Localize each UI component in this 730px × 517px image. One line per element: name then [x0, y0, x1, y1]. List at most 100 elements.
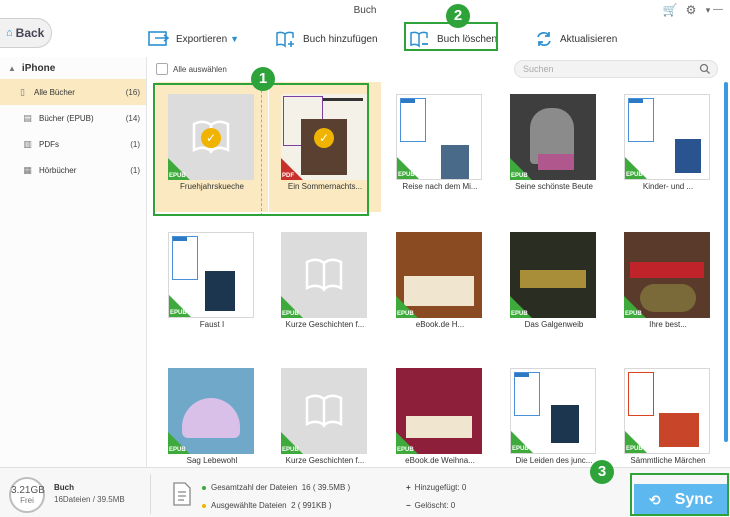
device-header[interactable]: ▲ iPhone	[0, 57, 146, 79]
sidebar-item-pdfs[interactable]: ▥ PDFs (1)	[0, 131, 146, 157]
list-header: Alle auswählen Suchen	[148, 57, 730, 81]
sidebar-item-label: Alle Bücher	[34, 87, 75, 97]
book-cover: EPUB	[510, 232, 596, 318]
book-title: Ihre best...	[649, 320, 687, 329]
book-cover: EPUB	[510, 94, 596, 180]
refresh-label: Aktualisieren	[560, 33, 618, 45]
selected-files: Ausgewählte Dateien 2 ( 991KB )	[202, 501, 332, 510]
total-label: Gesamtzahl der Dateien	[211, 483, 298, 492]
book-open-icon: ▯	[20, 86, 25, 97]
sidebar-item-count: (14)	[125, 113, 140, 123]
deleted-count: − Gelöscht: 0	[406, 501, 455, 510]
add-book-label: Buch hinzufügen	[303, 33, 378, 45]
book-cover: EPUB	[281, 368, 367, 454]
format-label: EPUB	[282, 447, 299, 453]
sidebar-item-count: (1)	[130, 165, 140, 175]
book-item[interactable]: EPUB Kurze Geschichten f...	[269, 220, 381, 350]
gear-icon[interactable]: ⚙	[683, 2, 699, 18]
book-title: eBook.de Weihna...	[405, 456, 475, 465]
add-book-button[interactable]: Buch hinzufügen	[275, 27, 378, 51]
book-title: Seine schönste Beute	[515, 182, 593, 191]
book-item[interactable]: EPUB eBook.de H...	[384, 220, 496, 350]
format-label: EPUB	[397, 447, 414, 453]
plus-icon: +	[406, 483, 411, 492]
sidebar: ▲ iPhone ▯ Alle Bücher (16) ▤ Bücher (EP…	[0, 57, 147, 467]
storage-indicator: 3.21GB Frei	[9, 477, 45, 513]
book-cover: EPUB	[281, 232, 367, 318]
format-label: EPUB	[511, 173, 528, 179]
cover-portrait	[441, 145, 469, 179]
total-files: Gesamtzahl der Dateien 16 ( 39.5MB )	[202, 483, 350, 492]
book-cover: EPUB	[510, 368, 596, 454]
format-label: EPUB	[398, 172, 415, 178]
book-cover: EPUB	[624, 368, 710, 454]
format-label: EPUB	[512, 446, 529, 452]
book-cover: EPUB	[168, 232, 254, 318]
audiobook-icon: ▦	[23, 164, 32, 175]
deleted-label: Gelöscht: 0	[414, 501, 456, 510]
book-item[interactable]: EPUB Das Galgenweib	[498, 220, 610, 350]
add-book-icon	[276, 31, 294, 48]
annotation-badge-2: 2	[446, 4, 470, 28]
free-space-value: 3.21GB	[11, 485, 45, 496]
file-info-icon	[173, 482, 191, 506]
format-label: EPUB	[170, 310, 187, 316]
book-cover: EPUB	[396, 368, 482, 454]
back-label: Back	[15, 26, 45, 40]
app-window: Buch 🛒 ⚙ ▾ — ⌂ Back Exportieren ▼ Buch h…	[0, 0, 730, 517]
selected-dot-icon	[202, 503, 206, 508]
sidebar-item-label: PDFs	[39, 139, 59, 149]
format-label: EPUB	[511, 311, 528, 317]
book-title: Kurze Geschichten f...	[285, 456, 365, 465]
book-title: Sag Lebewohl	[186, 456, 238, 465]
added-label: Hinzugefügt: 0	[414, 483, 467, 492]
select-all-label: Alle auswählen	[173, 65, 227, 74]
book-cover: EPUB	[624, 232, 710, 318]
search-placeholder: Suchen	[523, 64, 554, 74]
book-item[interactable]: EPUB Ihre best...	[612, 220, 724, 350]
cover-illustration	[659, 413, 699, 447]
total-dot-icon	[202, 485, 206, 490]
book-placeholder-icon	[305, 394, 343, 428]
search-icon[interactable]	[699, 63, 711, 75]
device-name: iPhone	[21, 62, 56, 74]
format-label: EPUB	[625, 311, 642, 317]
cover-portrait	[205, 271, 235, 311]
book-title: Kurze Geschichten f...	[285, 320, 365, 329]
cart-icon[interactable]: 🛒	[662, 2, 678, 18]
search-input[interactable]: Suchen	[514, 60, 718, 78]
book-cover: EPUB	[168, 368, 254, 454]
home-icon: ⌂	[6, 27, 13, 39]
sidebar-item-label: Hörbücher	[39, 165, 77, 175]
status-bar: 3.21GB Frei Buch 16Dateien / 39.5MB Gesa…	[0, 467, 730, 517]
export-button[interactable]: Exportieren ▼	[148, 27, 239, 51]
sidebar-item-label: Bücher (EPUB)	[39, 113, 94, 123]
cover-portrait	[675, 139, 701, 173]
format-label: EPUB	[397, 311, 414, 317]
grid-scrollbar[interactable]	[724, 82, 728, 442]
sidebar-item-audiobooks[interactable]: ▦ Hörbücher (1)	[0, 157, 146, 183]
book-cover: EPUB	[624, 94, 710, 180]
export-label: Exportieren	[176, 33, 228, 45]
book-title: Das Galgenweib	[524, 320, 584, 329]
minimize-icon[interactable]: —	[710, 2, 726, 18]
book-item[interactable]: EPUB Faust I	[156, 220, 268, 350]
sync-highlight-box	[630, 473, 729, 516]
refresh-button[interactable]: Aktualisieren	[534, 27, 617, 51]
added-count: + Hinzugefügt: 0	[406, 483, 466, 492]
book-item[interactable]: EPUB Reise nach dem Mi...	[384, 82, 496, 212]
status-separator	[150, 474, 151, 514]
minus-icon: −	[406, 501, 411, 510]
back-button[interactable]: ⌂ Back	[0, 18, 52, 48]
book-item[interactable]: EPUB Kinder- und ...	[612, 82, 724, 212]
annotation-badge-3: 3	[590, 460, 614, 484]
format-label: EPUB	[626, 172, 643, 178]
book-cover: EPUB	[396, 94, 482, 180]
sidebar-item-epub[interactable]: ▤ Bücher (EPUB) (14)	[0, 105, 146, 131]
sidebar-item-all-books[interactable]: ▯ Alle Bücher (16)	[0, 79, 146, 105]
book-item[interactable]: EPUB Seine schönste Beute	[498, 82, 610, 212]
book-cover: EPUB	[396, 232, 482, 318]
collapse-triangle-icon: ▲	[8, 63, 16, 73]
select-all-checkbox[interactable]	[156, 63, 168, 75]
category-info: 16Dateien / 39.5MB	[54, 495, 125, 504]
